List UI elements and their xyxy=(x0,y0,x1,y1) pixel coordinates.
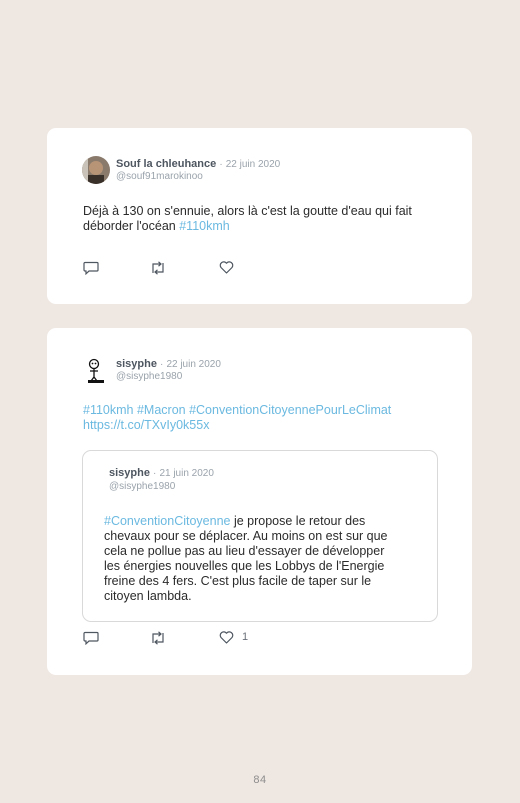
author-line: sisyphe · 22 juin 2020 xyxy=(116,358,221,370)
separator: · xyxy=(160,359,164,370)
avatar[interactable] xyxy=(82,156,110,184)
retweet-icon[interactable] xyxy=(149,261,167,280)
hashtag-link[interactable]: #ConventionCitoyenne xyxy=(104,514,230,528)
tweet-date[interactable]: 22 juin 2020 xyxy=(166,359,221,370)
quoted-tweet-date[interactable]: 21 juin 2020 xyxy=(159,468,214,479)
hashtag-links[interactable]: #110kmh #Macron #ConventionCitoyennePour… xyxy=(83,403,453,418)
retweet-icon[interactable] xyxy=(149,631,167,650)
author-handle[interactable]: @sisyphe1980 xyxy=(116,371,182,382)
reply-icon[interactable] xyxy=(83,261,99,280)
quoted-text-line: #ConventionCitoyenne je propose le retou… xyxy=(104,514,424,529)
quoted-text-line: citoyen lambda. xyxy=(104,589,192,603)
quoted-author-handle[interactable]: @sisyphe1980 xyxy=(109,481,175,492)
avatar[interactable] xyxy=(83,356,111,384)
quoted-author-name[interactable]: sisyphe xyxy=(109,467,150,479)
tweet-text-line: déborder l'océan #110kmh xyxy=(83,219,443,234)
avatar-photo-icon xyxy=(82,156,110,184)
tweet-text: #110kmh #Macron #ConventionCitoyennePour… xyxy=(83,403,453,433)
tweet-text-segment: déborder l'océan xyxy=(83,219,176,233)
quoted-text-line: cela ne pollue pas au lieu d'essayer de … xyxy=(104,544,385,558)
separator: · xyxy=(219,159,223,170)
like-heart-icon[interactable] xyxy=(219,261,234,279)
tweet-url-link[interactable]: https://t.co/TXvIy0k55x xyxy=(83,418,453,433)
quoted-text-line: freine des 4 fers. C'est plus facile de … xyxy=(104,574,372,588)
hashtag-link[interactable]: #110kmh xyxy=(179,219,230,233)
reply-icon[interactable] xyxy=(83,631,99,650)
quoted-tweet[interactable]: sisyphe · 21 juin 2020 @sisyphe1980 #Con… xyxy=(82,450,438,622)
quoted-tweet-text: #ConventionCitoyenne je propose le retou… xyxy=(104,514,424,604)
tweet-card-2: sisyphe · 22 juin 2020 @sisyphe1980 #110… xyxy=(47,328,472,675)
author-name[interactable]: Souf la chleuhance xyxy=(116,158,216,170)
quoted-author-line: sisyphe · 21 juin 2020 xyxy=(109,467,214,479)
page-number: 84 xyxy=(253,774,267,786)
like-heart-icon[interactable] xyxy=(219,631,234,649)
author-name[interactable]: sisyphe xyxy=(116,358,157,370)
tweet-card-1: Souf la chleuhance · 22 juin 2020 @souf9… xyxy=(47,128,472,304)
tweet-date[interactable]: 22 juin 2020 xyxy=(226,159,281,170)
author-line: Souf la chleuhance · 22 juin 2020 xyxy=(116,158,280,170)
like-count: 1 xyxy=(242,631,249,643)
author-handle[interactable]: @souf91marokinoo xyxy=(116,171,203,182)
separator: · xyxy=(153,468,157,479)
tweet-text-line: Déjà à 130 on s'ennuie, alors là c'est l… xyxy=(83,204,412,218)
quoted-text-segment: je propose le retour des xyxy=(230,514,366,528)
tweet-text: Déjà à 130 on s'ennuie, alors là c'est l… xyxy=(83,204,443,234)
sisyphe-logo-icon xyxy=(83,356,111,384)
quoted-text-line: chevaux pour se déplacer. Au moins on es… xyxy=(104,529,388,543)
quoted-text-line: les énergies nouvelles que les Lobbys de… xyxy=(104,559,385,573)
